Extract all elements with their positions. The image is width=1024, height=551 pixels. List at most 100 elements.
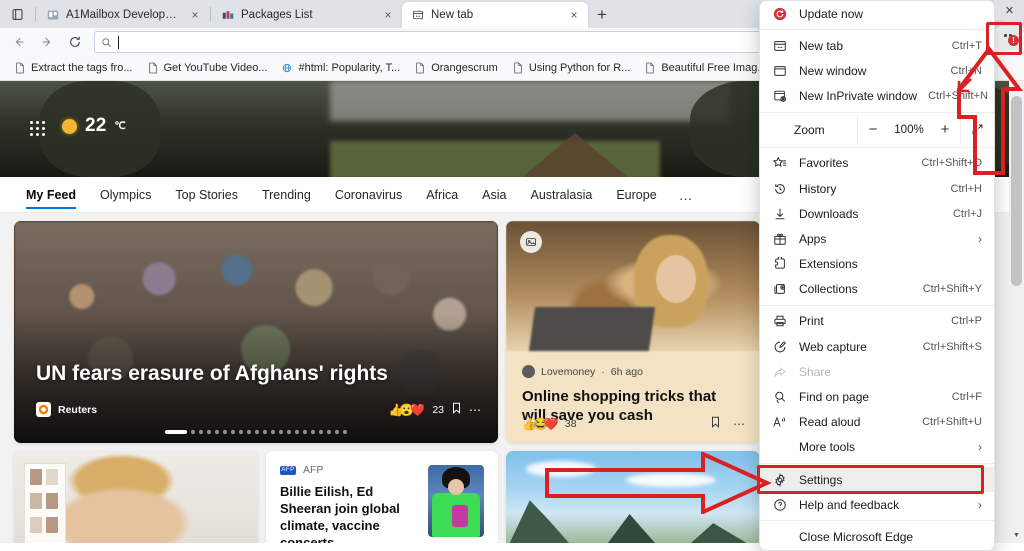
bookmark-item[interactable]: Extract the tags fro... bbox=[8, 60, 139, 77]
pager-dot[interactable] bbox=[231, 430, 235, 434]
pager-dot[interactable] bbox=[303, 430, 307, 434]
pager-dot[interactable] bbox=[191, 430, 195, 434]
forward-button[interactable] bbox=[34, 30, 60, 54]
bookmark-icon[interactable] bbox=[710, 416, 721, 431]
pager-dot[interactable] bbox=[239, 430, 243, 434]
menu-item-read-aloud[interactable]: Read aloud Ctrl+Shift+U bbox=[760, 410, 994, 435]
tab-new-tab[interactable]: New tab × bbox=[402, 2, 588, 28]
nav-item-africa[interactable]: Africa bbox=[414, 180, 470, 209]
page-icon bbox=[414, 62, 426, 75]
tab-actions-button[interactable] bbox=[0, 0, 34, 28]
menu-item-history[interactable]: History Ctrl+H bbox=[760, 176, 994, 201]
nav-item-asia[interactable]: Asia bbox=[470, 180, 518, 209]
nav-item-olympics[interactable]: Olympics bbox=[88, 180, 163, 209]
pager-dot[interactable] bbox=[279, 430, 283, 434]
bookmark-item[interactable]: Beautiful Free Imag... bbox=[638, 60, 772, 77]
zoom-out-button[interactable]: − bbox=[858, 116, 888, 144]
back-button[interactable] bbox=[6, 30, 32, 54]
menu-item-find-on-page[interactable]: Find on page Ctrl+F bbox=[760, 384, 994, 409]
menu-item-more-tools[interactable]: More tools › bbox=[760, 435, 994, 460]
menu-label: Find on page bbox=[799, 390, 941, 404]
chevron-right-icon: › bbox=[978, 232, 982, 246]
bookmark-item[interactable]: Get YouTube Video... bbox=[141, 60, 274, 77]
menu-item-apps[interactable]: Apps › bbox=[760, 226, 994, 251]
nav-item-my-feed[interactable]: My Feed bbox=[14, 180, 88, 209]
pager-dot[interactable] bbox=[207, 430, 211, 434]
bookmark-item[interactable]: Using Python for R... bbox=[506, 60, 637, 77]
news-card-billie[interactable]: AFP AFP Billie Eilish, Ed Sheeran join g… bbox=[266, 451, 498, 543]
news-card-bottom-right[interactable] bbox=[506, 451, 760, 543]
close-icon[interactable]: × bbox=[380, 7, 396, 23]
pager-dot[interactable] bbox=[319, 430, 323, 434]
menu-item-favorites[interactable]: Favorites Ctrl+Shift+O bbox=[760, 151, 994, 176]
bookmark-item[interactable]: #html: Popularity, T... bbox=[275, 60, 406, 77]
update-badge: ! bbox=[1008, 35, 1019, 46]
pager-dot[interactable] bbox=[223, 430, 227, 434]
scroll-down-icon[interactable]: ▼ bbox=[1009, 528, 1024, 543]
news-card-lovemoney[interactable]: Lovemoney · 6h ago Online shopping trick… bbox=[506, 221, 760, 443]
pager-dot[interactable] bbox=[343, 430, 347, 434]
bookmark-item[interactable]: Orangescrum bbox=[408, 60, 504, 77]
scrollbar-thumb[interactable] bbox=[1011, 96, 1022, 286]
reaction-icons[interactable]: 👍 😮 ❤️ bbox=[388, 403, 425, 417]
menu-item-new-tab[interactable]: New tab Ctrl+T bbox=[760, 33, 994, 58]
carousel-pager[interactable] bbox=[14, 430, 498, 434]
zoom-controls: − 100% + bbox=[857, 116, 960, 144]
menu-separator bbox=[760, 112, 994, 113]
pager-dot[interactable] bbox=[215, 430, 219, 434]
tab-trello[interactable]: A1Mailbox Development | Trello × bbox=[37, 2, 209, 28]
refresh-button[interactable] bbox=[62, 30, 88, 54]
close-icon[interactable]: × bbox=[187, 7, 203, 23]
nav-item-top-stories[interactable]: Top Stories bbox=[163, 180, 250, 209]
menu-item-collections[interactable]: Collections Ctrl+Shift+Y bbox=[760, 277, 994, 302]
pager-dot[interactable] bbox=[247, 430, 251, 434]
window-close-button[interactable]: ✕ bbox=[995, 0, 1024, 20]
menu-item-print[interactable]: Print Ctrl+P bbox=[760, 309, 994, 334]
zoom-in-button[interactable]: + bbox=[930, 116, 960, 144]
apps-grid-icon[interactable] bbox=[30, 121, 46, 137]
nav-item-europe[interactable]: Europe bbox=[604, 180, 668, 209]
weather-widget[interactable]: 22 ℃ bbox=[62, 115, 126, 137]
menu-label: Settings bbox=[799, 473, 982, 487]
pager-dot[interactable] bbox=[327, 430, 331, 434]
reaction-icons[interactable]: 👍 😂 ❤️ bbox=[522, 417, 559, 431]
menu-item-downloads[interactable]: Downloads Ctrl+J bbox=[760, 201, 994, 226]
card-actions: 👍 😮 ❤️ 23 ⋯ bbox=[388, 402, 482, 417]
menu-item-help-and-feedback[interactable]: Help and feedback › bbox=[760, 492, 994, 517]
menu-item-update-now[interactable]: Update now bbox=[760, 1, 994, 26]
more-horizontal-icon[interactable]: ⋯ bbox=[733, 417, 746, 431]
menu-label: New InPrivate window bbox=[799, 89, 917, 103]
menu-item-new-inprivate-window[interactable]: New InPrivate window Ctrl+Shift+N bbox=[760, 84, 994, 109]
new-tab-button[interactable]: + bbox=[588, 2, 616, 28]
nav-item-coronavirus[interactable]: Coronavirus bbox=[323, 180, 414, 209]
close-icon[interactable]: × bbox=[566, 7, 582, 23]
pager-dot[interactable] bbox=[311, 430, 315, 434]
bookmark-icon[interactable] bbox=[451, 402, 462, 417]
pager-dot[interactable] bbox=[295, 430, 299, 434]
scroll-up-icon[interactable]: ▲ bbox=[1009, 81, 1024, 96]
menu-shortcut: Ctrl+P bbox=[951, 315, 982, 327]
pager-dot[interactable] bbox=[255, 430, 259, 434]
menu-item-web-capture[interactable]: Web capture Ctrl+Shift+S bbox=[760, 334, 994, 359]
pager-dot[interactable] bbox=[199, 430, 203, 434]
news-card-hero[interactable]: UN fears erasure of Afghans' rights Reut… bbox=[14, 221, 498, 443]
page-scrollbar[interactable]: ▲ ▼ bbox=[1009, 81, 1024, 543]
pager-dot[interactable] bbox=[271, 430, 275, 434]
fullscreen-icon[interactable] bbox=[960, 116, 994, 144]
pager-dot[interactable] bbox=[335, 430, 339, 434]
image-icon[interactable] bbox=[520, 231, 542, 253]
menu-item-extensions[interactable]: Extensions bbox=[760, 252, 994, 277]
menu-item-settings[interactable]: Settings bbox=[760, 467, 994, 492]
pager-dot[interactable] bbox=[263, 430, 267, 434]
more-horizontal-icon[interactable]: ⋯ bbox=[469, 403, 482, 417]
nav-item-australasia[interactable]: Australasia bbox=[519, 180, 605, 209]
menu-item-new-window[interactable]: New window Ctrl+N bbox=[760, 58, 994, 83]
pager-dot-active[interactable] bbox=[165, 430, 187, 434]
tab-packages-list[interactable]: Packages List × bbox=[212, 2, 402, 28]
pager-dot[interactable] bbox=[287, 430, 291, 434]
menu-item-close-microsoft-edge[interactable]: Close Microsoft Edge bbox=[760, 524, 994, 549]
settings-and-more-button[interactable]: ! bbox=[998, 26, 1022, 50]
news-card-bottom-left[interactable] bbox=[14, 451, 258, 543]
nav-overflow-button[interactable]: … bbox=[669, 183, 704, 207]
nav-item-trending[interactable]: Trending bbox=[250, 180, 323, 209]
